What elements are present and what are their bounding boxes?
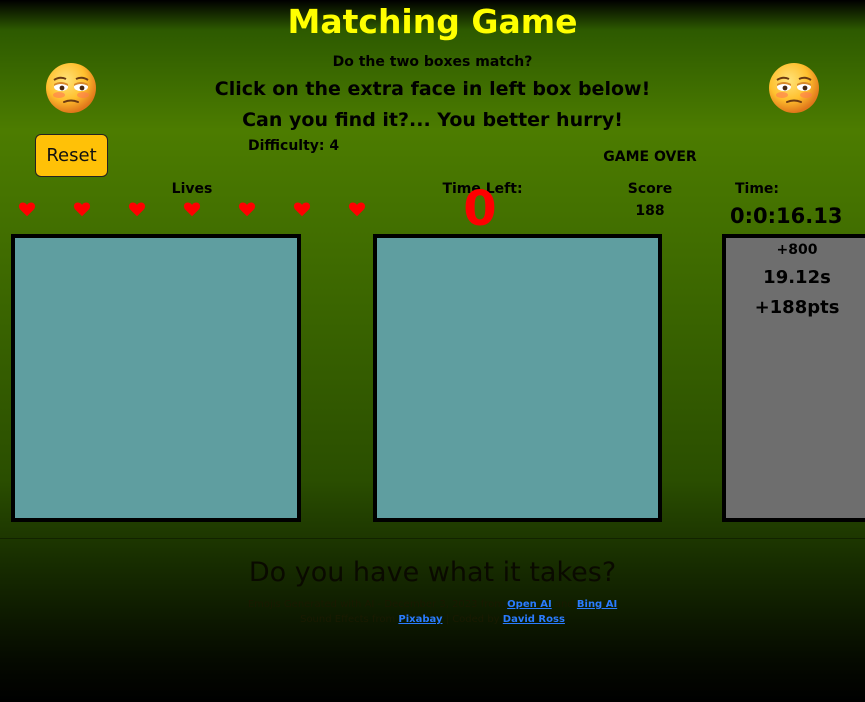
author-link[interactable]: David Ross: [503, 614, 565, 625]
credits-and-text: and: [554, 599, 574, 610]
lives-label: Lives: [171, 181, 213, 197]
heart-icon: [293, 202, 311, 217]
reset-button[interactable]: Reset: [35, 134, 108, 177]
difficulty-label: Difficulty: 4: [248, 138, 340, 154]
bing-ai-link[interactable]: Bing AI: [577, 599, 617, 610]
rolling-eyes-face-icon: [769, 63, 819, 113]
credits-line-2: Sound Effects from Pixabay | Coded by Da…: [0, 614, 865, 625]
footer-tagline: Do you have what it takes?: [248, 557, 617, 588]
heart-icon: [348, 202, 366, 217]
game-over-text: GAME OVER: [603, 149, 697, 165]
time-left-value: 0: [463, 181, 497, 237]
score-value: 188: [635, 203, 665, 219]
round-time: 19.12s: [763, 267, 831, 288]
heart-icon: [128, 202, 146, 217]
rolling-eyes-face-icon: [46, 63, 96, 113]
score-label: Score: [627, 181, 673, 197]
credits-line-1: Emojis Generated with AI - December 3, 2…: [0, 599, 865, 610]
right-face-box: [373, 234, 662, 522]
pixabay-link[interactable]: Pixabay: [398, 614, 442, 625]
round-points: +188pts: [754, 297, 840, 318]
heart-icon: [183, 202, 201, 217]
left-face-box[interactable]: [11, 234, 301, 522]
credits-emoji-text: Emojis Generated with AI - December 3, 2…: [247, 599, 504, 610]
footer-divider: [0, 538, 865, 539]
openai-link[interactable]: Open AI: [507, 599, 552, 610]
elapsed-time-value: 0:0:16.13: [730, 204, 843, 228]
credits-coded-by-text: | Coded by: [445, 614, 500, 625]
instruction-text: Click on the extra face in left box belo…: [214, 78, 651, 100]
match-question: Do the two boxes match?: [332, 54, 533, 70]
heart-icon: [238, 202, 256, 217]
time-label: Time:: [735, 181, 780, 197]
game-title: Matching Game: [287, 2, 578, 41]
bonus-points: +800: [776, 242, 818, 258]
credits-sound-text: Sound Effects from: [300, 614, 396, 625]
heart-icon: [73, 202, 91, 217]
challenge-text: Can you find it?... You better hurry!: [242, 109, 623, 131]
heart-icon: [18, 202, 36, 217]
results-panel: +800 19.12s +188pts: [722, 234, 865, 522]
